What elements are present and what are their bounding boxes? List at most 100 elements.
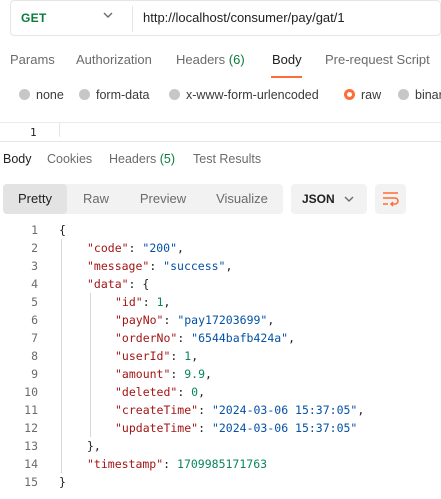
radio-label: form-data — [96, 88, 150, 102]
radio-none[interactable]: none — [19, 88, 64, 102]
line-number: 7 — [31, 331, 38, 345]
code-line: 5 "id": 1, — [0, 293, 441, 311]
json-punctuation: , — [225, 259, 233, 273]
radio-circle-icon — [79, 89, 90, 100]
line-number: 5 — [31, 295, 38, 309]
json-punctuation: } — [59, 475, 66, 489]
json-punctuation: { — [59, 223, 66, 237]
code-text: "amount": 9.9, — [115, 367, 212, 381]
json-punctuation: , — [177, 241, 184, 255]
code-line: 1{ — [0, 221, 441, 239]
code-line: 12 "updateTime": "2024-03-06 15:37:05" — [0, 419, 441, 437]
code-text: { — [59, 223, 66, 237]
json-punctuation: }, — [87, 439, 101, 453]
json-key: "amount" — [115, 367, 171, 381]
tab-test-results[interactable]: Test Results — [193, 152, 261, 166]
line-number: 15 — [24, 475, 38, 489]
radio-x-www-form-urlencoded[interactable]: x-www-form-urlencoded — [169, 88, 319, 102]
line-number: 12 — [24, 421, 38, 435]
tab-params[interactable]: Params — [10, 52, 55, 67]
tab-body[interactable]: Body — [272, 52, 302, 67]
json-punctuation: , — [357, 403, 365, 417]
code-line: 8 "userId": 1, — [0, 347, 441, 365]
line-number: 14 — [24, 457, 38, 471]
code-text: "deleted": 0, — [115, 385, 205, 399]
code-text: "id": 1, — [115, 295, 170, 309]
json-key: "timestamp" — [87, 457, 164, 471]
json-key: "message" — [87, 259, 150, 273]
tab-cookies[interactable]: Cookies — [47, 152, 92, 166]
line-number: 8 — [31, 349, 38, 363]
radio-circle-icon — [19, 89, 30, 100]
line-number: 2 — [31, 241, 38, 255]
chevron-down-icon — [344, 196, 354, 202]
tab-authorization[interactable]: Authorization — [76, 52, 152, 67]
tab-pre-request-script[interactable]: Pre-request Script — [325, 52, 430, 67]
json-punctuation: , — [267, 313, 275, 327]
json-number: 9.9 — [184, 367, 206, 381]
editor-gutter — [59, 123, 60, 137]
tab-label: Body — [272, 52, 302, 67]
view-visualize-button[interactable]: Visualize — [201, 184, 283, 214]
tab-label: Cookies — [47, 152, 93, 166]
code-line: 14 "timestamp": 1709985171763 — [0, 455, 441, 473]
line-number: 10 — [24, 385, 38, 399]
code-text: "updateTime": "2024-03-06 15:37:05" — [115, 421, 357, 435]
json-key: "deleted" — [115, 385, 178, 399]
radio-form-data[interactable]: form-data — [79, 88, 150, 102]
tab-label: Authorization — [76, 52, 152, 67]
format-select[interactable]: JSON — [291, 184, 367, 214]
json-key: "updateTime" — [115, 421, 199, 435]
tab-response-headers[interactable]: Headers (5) — [109, 152, 175, 166]
json-key: "data" — [87, 277, 129, 291]
code-text: "userId": 1, — [115, 349, 198, 363]
view-preview-button[interactable]: Preview — [125, 184, 201, 214]
json-punctuation: : — [170, 367, 185, 381]
divider — [132, 6, 133, 32]
line-number: 13 — [24, 439, 38, 453]
view-raw-button[interactable]: Raw — [67, 184, 125, 214]
tab-count: (5) — [159, 152, 176, 166]
json-key: "id" — [115, 295, 143, 309]
json-string: "2024-03-06 15:37:05" — [211, 421, 358, 435]
radio-raw[interactable]: raw — [344, 88, 381, 102]
wrap-lines-button[interactable] — [375, 184, 406, 214]
json-punctuation: , — [198, 385, 206, 399]
json-string: "success" — [163, 259, 226, 273]
json-punctuation: , — [288, 331, 296, 345]
response-body-viewer[interactable]: 1{2 "code": "200", 3 "message": "success", 4… — [0, 221, 441, 499]
json-key: "payNo" — [115, 313, 164, 327]
json-punctuation: : — [177, 331, 192, 345]
url-input[interactable]: http://localhost/consumer/pay/gat/1 — [143, 10, 345, 25]
code-line: 11 "createTime": "2024-03-06 15:37:05", — [0, 401, 441, 419]
active-tab-indicator — [271, 76, 302, 78]
line-number: 3 — [31, 259, 38, 273]
json-punctuation: : — [163, 457, 178, 471]
view-mode-toggle: Pretty Raw Preview Visualize — [3, 184, 283, 214]
json-number: 1 — [156, 295, 164, 309]
code-line: 6 "payNo": "pay17203699", — [0, 311, 441, 329]
pane-divider[interactable] — [0, 141, 441, 142]
line-number: 6 — [31, 313, 38, 327]
json-string: "6544bafb424a" — [191, 331, 289, 345]
json-punctuation: : { — [128, 277, 150, 291]
wrap-lines-icon — [383, 192, 399, 207]
code-line: 3 "message": "success", — [0, 257, 441, 275]
tab-label: Body — [3, 152, 32, 166]
json-punctuation: : — [128, 241, 143, 255]
radio-circle-icon — [169, 89, 180, 100]
chevron-down-icon[interactable] — [103, 10, 113, 20]
tab-response-body[interactable]: Body — [3, 152, 32, 166]
radio-label: none — [36, 88, 64, 102]
method-select[interactable]: GET — [21, 11, 47, 25]
view-pretty-button[interactable]: Pretty — [3, 184, 67, 214]
line-number: 1 — [30, 126, 37, 139]
request-bar: GET http://localhost/consumer/pay/gat/1 — [10, 0, 441, 36]
radio-label: binary — [415, 88, 441, 102]
format-label: JSON — [302, 192, 335, 206]
tab-headers[interactable]: Headers (6) — [176, 52, 245, 67]
radio-binary[interactable]: binary — [398, 88, 441, 102]
request-body-editor[interactable]: 1 — [0, 122, 441, 139]
json-punctuation: : — [198, 421, 212, 435]
radio-selected-icon — [344, 89, 355, 100]
